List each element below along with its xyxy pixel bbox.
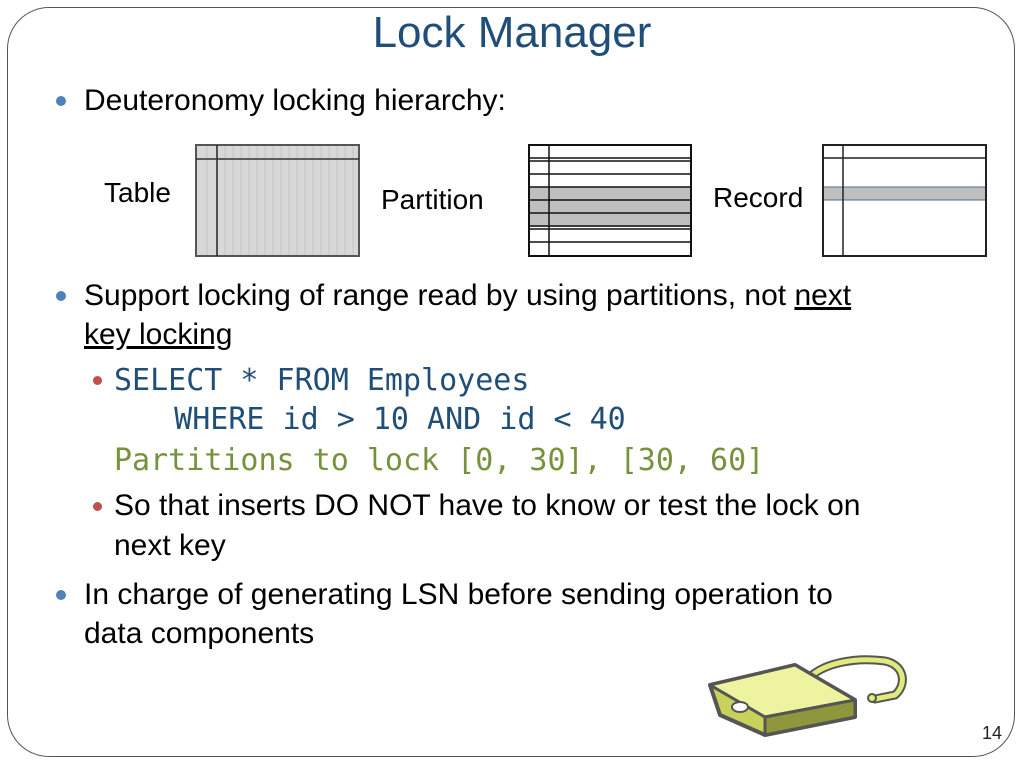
slide-title: Lock Manager <box>372 8 652 57</box>
open-padlock-icon <box>708 655 907 737</box>
record-lock-diagram <box>822 144 987 257</box>
label-table: Table <box>104 177 171 208</box>
underlined-key-locking: key locking <box>84 318 233 351</box>
bullet-range-locking-text: Support locking of range read by using p… <box>84 279 795 312</box>
sub-bullet-dot <box>93 376 102 385</box>
sub-bullet-inserts-line1: So that inserts DO NOT have to know or t… <box>114 489 861 522</box>
bullet-range-locking-line1: Support locking of range read by using p… <box>84 276 851 316</box>
bullet-dot <box>56 590 66 600</box>
bullet-dot <box>56 96 66 106</box>
bullet-lsn-line2: data components <box>84 617 315 650</box>
code-select: SELECT * FROM Employees <box>114 363 530 398</box>
label-record: Record <box>713 182 804 213</box>
code-where: WHERE id > 10 AND id < 40 <box>120 402 626 437</box>
sub-bullet-dot <box>93 502 102 511</box>
code-partitions: Partitions to lock [0, 30], [30, 60] <box>114 443 765 478</box>
underlined-next: next <box>794 279 852 312</box>
partition-lock-diagram <box>528 144 692 257</box>
table-lock-diagram <box>195 144 360 257</box>
page-number: 14 <box>981 723 1002 743</box>
bullet-hierarchy: Deuteronomy locking hierarchy: <box>84 84 506 117</box>
label-partition: Partition <box>381 184 484 215</box>
bullet-lsn-line1: In charge of generating LSN before sendi… <box>84 578 833 611</box>
bullet-dot <box>56 291 66 301</box>
sub-bullet-inserts-line2: next key <box>114 529 226 562</box>
